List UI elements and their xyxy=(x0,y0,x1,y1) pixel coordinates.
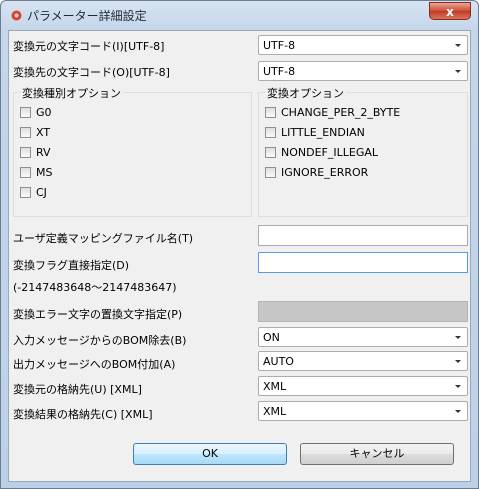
dst-store-value: XML xyxy=(263,405,287,418)
checkbox-label: G0 xyxy=(36,106,52,119)
checkbox-label: CJ xyxy=(36,186,47,199)
bom-add-label: 出力メッセージへのBOM付加(A) xyxy=(13,358,176,371)
dst-code-value: UTF-8 xyxy=(263,65,296,78)
chevron-down-icon[interactable] xyxy=(451,379,465,393)
src-code-select[interactable]: UTF-8 xyxy=(258,35,468,55)
bom-add-value: AUTO xyxy=(263,355,294,368)
checkbox-box[interactable] xyxy=(20,147,31,158)
chevron-down-icon[interactable] xyxy=(451,330,465,344)
checkbox-box[interactable] xyxy=(20,127,31,138)
conv-flag-range: (-2147483648〜2147483647) xyxy=(13,281,177,294)
dst-store-label: 変換結果の格納先(C) [XML] xyxy=(13,408,153,421)
dialog-client-area: 変換元の文字コード(I)[UTF-8] UTF-8 変換先の文字コード(O)[U… xyxy=(8,30,471,482)
checkbox-change-per-2-byte[interactable]: CHANGE_PER_2_BYTE xyxy=(265,106,400,119)
conv-type-group-title: 変換種別オプション xyxy=(20,85,123,101)
user-mapping-label: ユーザ定義マッピングファイル名(T) xyxy=(13,232,194,245)
src-store-label: 変換元の格納先(U) [XML] xyxy=(13,383,142,396)
checkbox-label: IGNORE_ERROR xyxy=(281,166,369,179)
conv-flag-label: 変換フラグ直接指定(D) xyxy=(13,259,130,272)
checkbox-label: MS xyxy=(36,166,53,179)
checkbox-ms[interactable]: MS xyxy=(20,166,52,179)
checkbox-cj[interactable]: CJ xyxy=(20,186,47,199)
checkbox-ignore-error[interactable]: IGNORE_ERROR xyxy=(265,166,368,179)
conv-opt-group-title: 変換オプション xyxy=(265,85,346,101)
checkbox-little-endian[interactable]: LITTLE_ENDIAN xyxy=(265,126,365,139)
chevron-down-icon[interactable] xyxy=(451,38,465,52)
src-store-select[interactable]: XML xyxy=(258,376,468,396)
chevron-down-icon[interactable] xyxy=(451,354,465,368)
cancel-button[interactable]: キャンセル xyxy=(300,443,454,465)
checkbox-box[interactable] xyxy=(265,107,276,118)
checkbox-box[interactable] xyxy=(20,107,31,118)
window-title: パラメーター詳細設定 xyxy=(27,9,147,23)
user-mapping-input[interactable] xyxy=(258,225,468,246)
bom-remove-select[interactable]: ON xyxy=(258,327,468,347)
checkbox-nondef-illegal[interactable]: NONDEF_ILLEGAL xyxy=(265,146,378,159)
replace-char-input xyxy=(258,301,468,322)
checkbox-label: CHANGE_PER_2_BYTE xyxy=(281,106,401,119)
ok-button[interactable]: OK xyxy=(133,443,287,465)
checkbox-box[interactable] xyxy=(265,167,276,178)
checkbox-label: XT xyxy=(36,126,51,139)
src-code-label: 変換元の文字コード(I)[UTF-8] xyxy=(13,40,165,53)
chevron-down-icon[interactable] xyxy=(451,64,465,78)
bom-remove-value: ON xyxy=(263,331,280,344)
checkbox-rv[interactable]: RV xyxy=(20,146,51,159)
dst-code-select[interactable]: UTF-8 xyxy=(258,61,468,81)
dialog-window: パラメーター詳細設定 x 変換元の文字コード(I)[UTF-8] UTF-8 変… xyxy=(0,0,479,489)
checkbox-label: RV xyxy=(36,146,51,159)
conv-opt-group: 変換オプション CHANGE_PER_2_BYTE LITTLE_ENDIAN … xyxy=(258,85,468,217)
dst-store-select[interactable]: XML xyxy=(258,401,468,421)
checkbox-box[interactable] xyxy=(20,167,31,178)
chevron-down-icon[interactable] xyxy=(451,404,465,418)
bom-add-select[interactable]: AUTO xyxy=(258,351,468,371)
checkbox-box[interactable] xyxy=(20,187,31,198)
conv-flag-input[interactable] xyxy=(258,252,468,273)
close-button[interactable]: x xyxy=(429,2,471,20)
checkbox-label: NONDEF_ILLEGAL xyxy=(281,146,378,159)
checkbox-box[interactable] xyxy=(265,127,276,138)
replace-char-label: 変換エラー文字の置換文字指定(P) xyxy=(13,308,183,321)
title-bar[interactable]: パラメーター詳細設定 x xyxy=(1,1,478,29)
checkbox-label: LITTLE_ENDIAN xyxy=(281,126,365,139)
dst-code-label: 変換先の文字コード(O)[UTF-8] xyxy=(13,66,170,79)
checkbox-xt[interactable]: XT xyxy=(20,126,50,139)
checkbox-g0[interactable]: G0 xyxy=(20,106,52,119)
settings-gear-icon xyxy=(11,10,22,21)
src-code-value: UTF-8 xyxy=(263,39,296,52)
conv-type-group: 変換種別オプション G0 XT RV MS CJ xyxy=(13,85,252,217)
checkbox-box[interactable] xyxy=(265,147,276,158)
src-store-value: XML xyxy=(263,380,287,393)
bom-remove-label: 入力メッセージからのBOM除去(B) xyxy=(13,334,187,347)
